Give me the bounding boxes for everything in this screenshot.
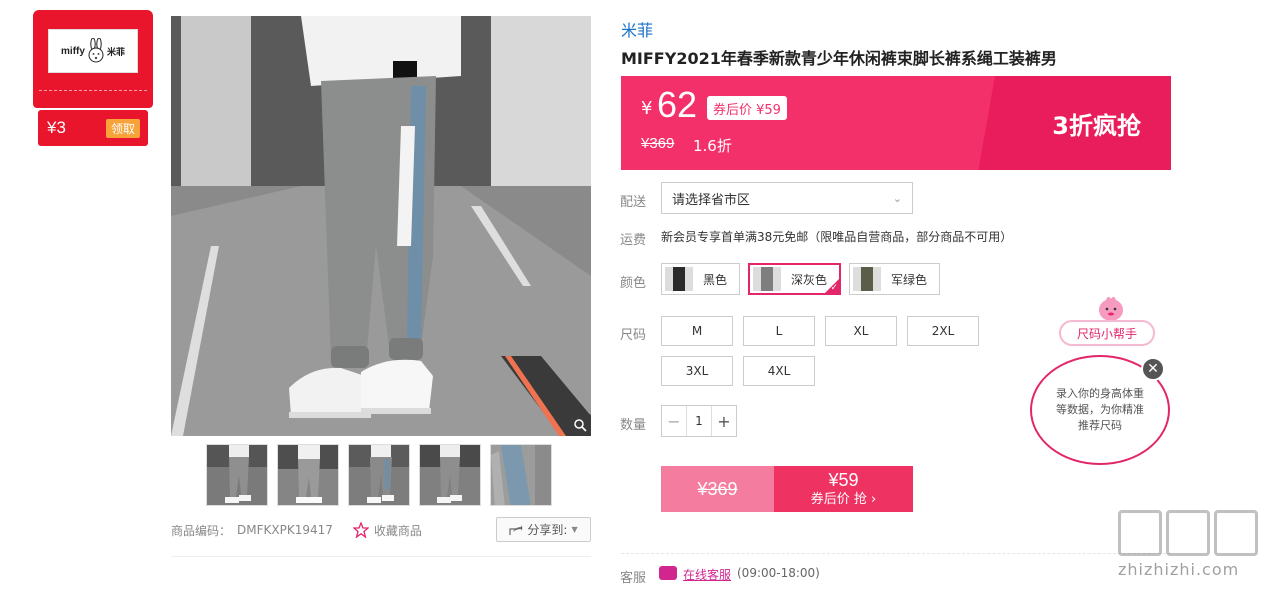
thumbnail-1[interactable] <box>206 444 268 506</box>
chat-icon <box>659 566 677 580</box>
color-option-black[interactable]: 黑色 <box>661 263 741 295</box>
color-swatch <box>853 267 882 291</box>
divider <box>621 553 1171 554</box>
size-option-2xl[interactable]: 2XL <box>907 316 979 346</box>
thumbnail-2[interactable] <box>277 444 339 506</box>
product-title: MIFFY2021年春季新款青少年休闲裤束脚长裤系绳工装裤男 <box>621 49 1057 68</box>
color-option-label: 黑色 <box>703 272 728 287</box>
watermark-text: zhizhizhi.com <box>1118 560 1240 579</box>
color-option-label: 深灰色 <box>791 272 828 287</box>
buy-with-coupon[interactable]: ¥59 券后价 抢 › <box>774 466 913 512</box>
close-icon[interactable]: ✕ <box>1141 357 1165 381</box>
coupon-footer: ¥3 领取 <box>38 110 148 146</box>
helper-mascot-icon <box>1099 296 1123 321</box>
watermark: zhizhizhi.com <box>1118 510 1266 579</box>
quantity-label: 数量 <box>620 418 647 433</box>
size-option-3xl[interactable]: 3XL <box>661 356 733 386</box>
service-hours: (09:00-18:00) <box>737 566 820 580</box>
thumbnail-3[interactable] <box>348 444 410 506</box>
logo-text: miffy <box>61 45 85 57</box>
quantity-input[interactable]: 1 <box>686 406 712 436</box>
claim-coupon-button[interactable]: 领取 <box>105 118 140 138</box>
favorite-label: 收藏商品 <box>373 523 422 538</box>
logo-cn-text: 米菲 <box>106 47 125 58</box>
color-options: 黑色 深灰色 ✓ 军绿色 <box>661 263 941 295</box>
buy-button[interactable]: ¥369 ¥59 券后价 抢 › <box>661 466 913 512</box>
buy-price: ¥59 <box>828 470 859 491</box>
service-label: 客服 <box>620 571 647 586</box>
main-product-image[interactable] <box>171 16 591 436</box>
color-swatch <box>665 267 693 291</box>
color-swatch <box>753 267 782 291</box>
buy-sub-label: 券后价 抢 › <box>810 492 877 507</box>
size-helper-button[interactable]: 尺码小帮手 <box>1059 320 1155 346</box>
coupon-amount: ¥3 <box>47 118 66 137</box>
check-icon: ✓ <box>830 283 839 293</box>
chevron-down-icon: ⌄ <box>892 191 902 205</box>
brand-logo: miffy 米菲 <box>48 29 138 73</box>
color-option-army-green[interactable]: 军绿色 <box>849 263 941 295</box>
product-page: miffy 米菲 ¥3 领取 商品编码： DMFKXPK19417 收藏商品 分… <box>0 0 1267 590</box>
zoom-icon[interactable] <box>569 414 591 436</box>
product-photo <box>171 16 591 436</box>
star-icon <box>352 522 369 538</box>
size-options: M L XL 2XL 3XL 4XL <box>661 316 1001 386</box>
thumbnail-4[interactable] <box>419 444 481 506</box>
size-option-l[interactable]: L <box>743 316 815 346</box>
product-code-label: 商品编码： <box>171 523 232 538</box>
price-panel: ¥ 62 券后价 ¥59 ¥369 1.6折 3折疯抢 <box>621 76 1171 170</box>
color-option-label: 军绿色 <box>891 272 928 287</box>
brand-link[interactable]: 米菲 <box>621 17 653 41</box>
coupon-divider <box>39 90 147 91</box>
chevron-down-icon: ▼ <box>571 525 578 534</box>
region-select[interactable]: 请选择省市区 ⌄ <box>661 182 913 214</box>
product-meta-row: 商品编码： DMFKXPK19417 收藏商品 分享到: ▼ <box>171 517 591 543</box>
size-label: 尺码 <box>620 328 647 343</box>
share-label: 分享到: <box>527 523 568 537</box>
size-helper-text: 录入你的身高体重等数据，为你精准推荐尺码 <box>1056 387 1144 432</box>
discount-rate: 1.6折 <box>693 137 732 155</box>
buy-original-price: ¥369 <box>661 466 774 512</box>
watermark-logo <box>1118 510 1266 556</box>
delivery-label: 配送 <box>620 195 647 210</box>
thumbnail-5[interactable] <box>490 444 552 506</box>
current-price: 62 <box>657 84 698 125</box>
product-code: DMFKXPK19417 <box>237 523 333 537</box>
favorite-button[interactable]: 收藏商品 <box>352 522 422 539</box>
increment-button[interactable]: + <box>712 406 736 436</box>
miffy-bunny-icon <box>88 38 104 63</box>
divider <box>171 556 591 557</box>
size-option-xl[interactable]: XL <box>825 316 897 346</box>
original-price: ¥369 <box>641 135 675 152</box>
size-option-m[interactable]: M <box>661 316 733 346</box>
price-currency: ¥ <box>641 98 653 119</box>
shipping-info: 新会员专享首单满38元免邮（限唯品自营商品，部分商品不可用） <box>661 230 1013 244</box>
coupon-header: miffy 米菲 <box>33 10 153 108</box>
online-service-link[interactable]: 在线客服 <box>683 566 731 583</box>
shipping-label: 运费 <box>620 233 647 248</box>
share-icon <box>509 524 523 535</box>
decrement-button[interactable]: − <box>662 406 686 436</box>
quantity-stepper: − 1 + <box>661 405 737 437</box>
thumbnail-strip <box>206 444 552 506</box>
color-label: 颜色 <box>620 276 647 291</box>
store-coupon[interactable]: miffy 米菲 ¥3 领取 <box>33 10 153 147</box>
after-coupon-badge: 券后价 ¥59 <box>707 96 787 120</box>
region-placeholder: 请选择省市区 <box>672 192 751 208</box>
promo-label: 3折疯抢 <box>1052 112 1141 140</box>
color-option-dark-gray[interactable]: 深灰色 ✓ <box>748 263 842 295</box>
share-button[interactable]: 分享到: ▼ <box>496 517 591 542</box>
size-option-4xl[interactable]: 4XL <box>743 356 815 386</box>
